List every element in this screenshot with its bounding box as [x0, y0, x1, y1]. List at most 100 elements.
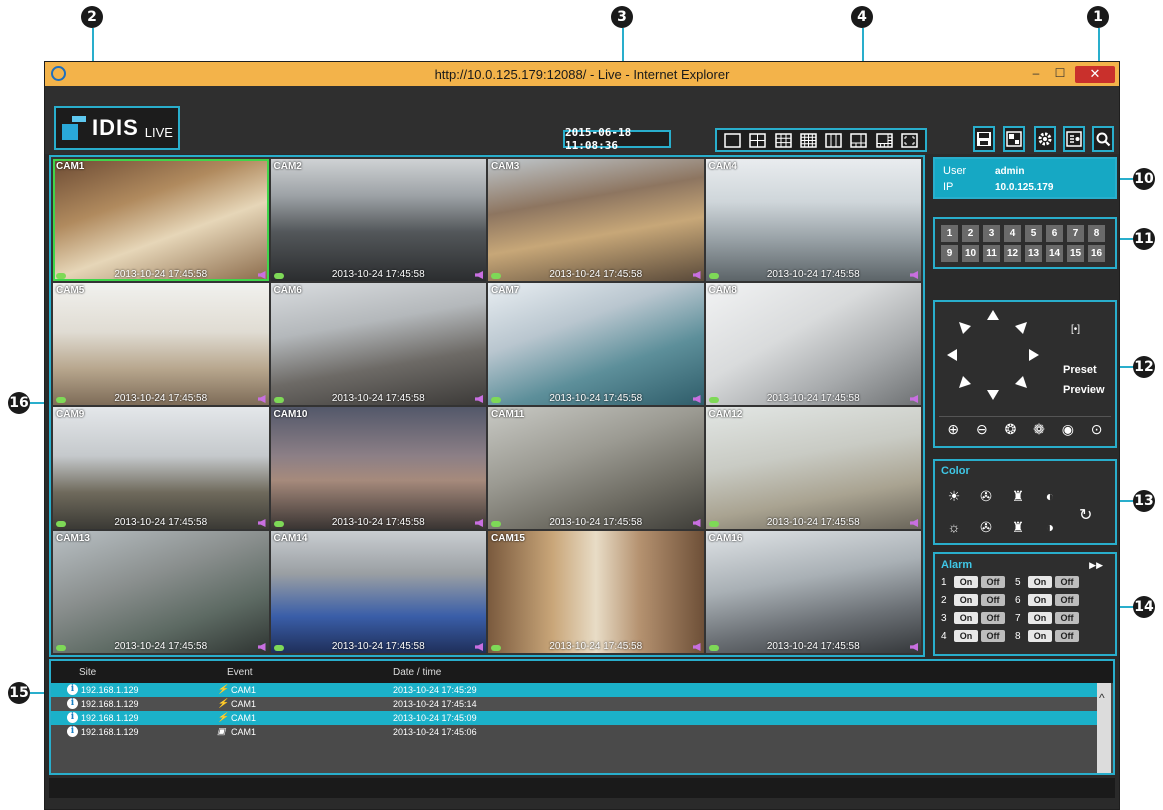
column-header-datetime[interactable]: Date / time: [393, 667, 441, 678]
camera-tile[interactable]: CAM3 2013-10-24 17:45:58: [488, 159, 704, 281]
color-reset-icon[interactable]: ↻: [1079, 505, 1092, 525]
alarm-off-button[interactable]: Off: [981, 612, 1005, 624]
brightness-up-icon[interactable]: ☀: [943, 485, 965, 507]
ptz-fullscreen-icon[interactable]: [•]: [1071, 324, 1087, 338]
maximize-button[interactable]: ☐: [1051, 67, 1069, 81]
layout-1plus7-icon[interactable]: [875, 132, 893, 148]
alarm-on-button[interactable]: On: [954, 612, 978, 624]
settings-button[interactable]: [1034, 126, 1056, 152]
hue-up-icon[interactable]: ♜: [1007, 485, 1029, 507]
search-button[interactable]: [1092, 126, 1114, 152]
brightness-down-icon[interactable]: ☼: [943, 516, 965, 538]
contrast-up-icon[interactable]: ◐: [1039, 485, 1061, 507]
ptz-down-arrow-icon[interactable]: [987, 390, 999, 400]
event-row[interactable]: i 192.168.1.129 ⚡ CAM1 2013-10-24 17:45:…: [51, 697, 1103, 711]
iris-close-icon[interactable]: ❁: [1033, 421, 1045, 438]
alarm-next-page-icon[interactable]: ▶▶: [1089, 560, 1103, 571]
layout-1plus5-icon[interactable]: [850, 132, 868, 148]
focus-near-icon[interactable]: ◉: [1062, 421, 1074, 438]
alarm-off-button[interactable]: Off: [1055, 612, 1079, 624]
zoom-out-icon[interactable]: ⊖: [976, 421, 988, 438]
alarm-on-button[interactable]: On: [954, 630, 978, 642]
ptz-right-arrow-icon[interactable]: [1029, 349, 1039, 361]
channel-button[interactable]: 11: [983, 245, 1000, 262]
save-button[interactable]: [973, 126, 995, 152]
alarm-off-button[interactable]: Off: [1055, 576, 1079, 588]
channel-button[interactable]: 14: [1046, 245, 1063, 262]
camera-tile[interactable]: CAM14 2013-10-24 17:45:58: [270, 531, 486, 653]
event-row[interactable]: i 192.168.1.129 ▣ CAM1 2013-10-24 17:45:…: [51, 725, 1103, 739]
minimize-button[interactable]: –: [1027, 67, 1045, 81]
layout-1x1-icon[interactable]: [724, 132, 741, 148]
alarm-on-button[interactable]: On: [1028, 594, 1052, 606]
ptz-down-left-arrow-icon[interactable]: [959, 376, 971, 388]
ptz-down-right-arrow-icon[interactable]: [1015, 376, 1027, 388]
column-header-site[interactable]: Site: [79, 667, 96, 678]
camera-tile[interactable]: CAM2 2013-10-24 17:45:58: [270, 159, 486, 281]
camera-tile[interactable]: CAM9 2013-10-24 17:45:58: [53, 407, 269, 529]
channel-button[interactable]: 15: [1067, 245, 1084, 262]
alarm-off-button[interactable]: Off: [981, 594, 1005, 606]
saturation-up-icon[interactable]: ✇: [975, 485, 997, 507]
channel-button[interactable]: 12: [1004, 245, 1021, 262]
camera-tile[interactable]: CAM16 2013-10-24 17:45:58: [705, 531, 921, 653]
layout-2x2-icon[interactable]: [749, 132, 767, 148]
alarm-on-button[interactable]: On: [1028, 576, 1052, 588]
channel-button[interactable]: 6: [1046, 225, 1063, 242]
ptz-left-arrow-icon[interactable]: [947, 349, 957, 361]
camera-tile[interactable]: CAM12 2013-10-24 17:45:58: [705, 407, 921, 529]
alarm-on-button[interactable]: On: [954, 576, 978, 588]
event-log-scrollbar[interactable]: ^: [1097, 683, 1111, 773]
fullscreen-icon[interactable]: [901, 132, 918, 148]
camera-tile[interactable]: CAM8 2013-10-24 17:45:58: [705, 283, 921, 405]
channel-button[interactable]: 9: [941, 245, 958, 262]
ptz-up-right-arrow-icon[interactable]: [1015, 322, 1027, 334]
alarm-off-button[interactable]: Off: [981, 630, 1005, 642]
alarm-off-button[interactable]: Off: [1055, 594, 1079, 606]
channel-button[interactable]: 13: [1025, 245, 1042, 262]
channel-button[interactable]: 5: [1025, 225, 1042, 242]
saturation-down-icon[interactable]: ✇: [975, 516, 997, 538]
camera-tile[interactable]: CAM1 2013-10-24 17:45:58: [53, 159, 269, 281]
layout-config-button[interactable]: [1003, 126, 1025, 152]
channel-button[interactable]: 3: [983, 225, 1000, 242]
channel-button[interactable]: 8: [1088, 225, 1105, 242]
channel-button[interactable]: 10: [962, 245, 979, 262]
focus-far-icon[interactable]: ⊙: [1091, 421, 1103, 438]
event-row[interactable]: i 192.168.1.129 ⚡ CAM1 2013-10-24 17:45:…: [51, 683, 1103, 697]
scroll-up-icon[interactable]: ^: [1099, 691, 1105, 705]
alarm-off-button[interactable]: Off: [1055, 630, 1079, 642]
camera-tile[interactable]: CAM4 2013-10-24 17:45:58: [705, 159, 921, 281]
iris-open-icon[interactable]: ❂: [1005, 421, 1017, 438]
alarm-on-button[interactable]: On: [1028, 630, 1052, 642]
camera-tile[interactable]: CAM15 2013-10-24 17:45:58: [488, 531, 704, 653]
alarm-on-button[interactable]: On: [1028, 612, 1052, 624]
channel-button[interactable]: 16: [1088, 245, 1105, 262]
column-header-event[interactable]: Event: [227, 667, 253, 678]
site-list-button[interactable]: [1063, 126, 1085, 152]
channel-button[interactable]: 4: [1004, 225, 1021, 242]
contrast-down-icon[interactable]: ◑: [1039, 516, 1061, 538]
ptz-up-arrow-icon[interactable]: [987, 310, 999, 320]
preview-button[interactable]: Preview: [1063, 380, 1105, 400]
camera-tile[interactable]: CAM10 2013-10-24 17:45:58: [270, 407, 486, 529]
zoom-in-icon[interactable]: ⊕: [947, 421, 959, 438]
camera-tile[interactable]: CAM13 2013-10-24 17:45:58: [53, 531, 269, 653]
layout-4x4-icon[interactable]: [800, 132, 817, 148]
layout-split-vertical-icon[interactable]: [825, 132, 842, 148]
camera-tile[interactable]: CAM11 2013-10-24 17:45:58: [488, 407, 704, 529]
alarm-off-button[interactable]: Off: [981, 576, 1005, 588]
channel-button[interactable]: 2: [962, 225, 979, 242]
preset-button[interactable]: Preset: [1063, 360, 1105, 380]
hue-down-icon[interactable]: ♜: [1007, 516, 1029, 538]
ptz-up-left-arrow-icon[interactable]: [959, 322, 971, 334]
camera-tile[interactable]: CAM5 2013-10-24 17:45:58: [53, 283, 269, 405]
camera-tile[interactable]: CAM6 2013-10-24 17:45:58: [270, 283, 486, 405]
close-button[interactable]: ✕: [1075, 65, 1115, 83]
camera-tile[interactable]: CAM7 2013-10-24 17:45:58: [488, 283, 704, 405]
channel-button[interactable]: 1: [941, 225, 958, 242]
channel-button[interactable]: 7: [1067, 225, 1084, 242]
event-row[interactable]: i 192.168.1.129 ⚡ CAM1 2013-10-24 17:45:…: [51, 711, 1103, 725]
alarm-on-button[interactable]: On: [954, 594, 978, 606]
layout-3x3-icon[interactable]: [774, 132, 792, 148]
